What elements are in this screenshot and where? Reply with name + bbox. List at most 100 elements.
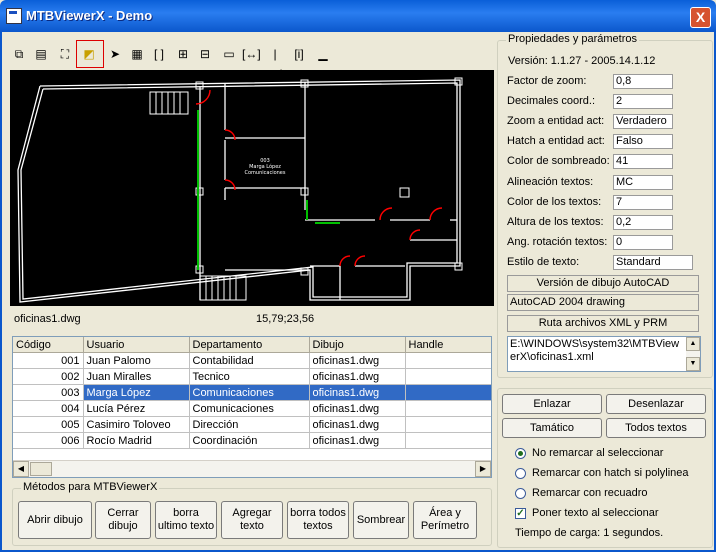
prop-value-decimals[interactable]: 2: [613, 94, 673, 109]
prop-value-zoom-entity[interactable]: Verdadero: [613, 114, 673, 129]
scroll-right-icon[interactable]: ▶: [475, 461, 491, 477]
vertical-scrollbar[interactable]: ▲ ▼: [686, 337, 700, 371]
add-text-button[interactable]: Agregar texto: [221, 501, 283, 539]
cell-handle: 2C: [405, 416, 491, 433]
cell-dibujo: oficinas1.dwg: [309, 368, 406, 385]
fit-width-icon[interactable]: |↔|: [266, 44, 284, 81]
table-row-selected[interactable]: 003 Marga López Comunicaciones oficinas1…: [13, 384, 491, 401]
prop-value-zoom-factor[interactable]: 0,8: [613, 74, 673, 89]
prop-value-text-color[interactable]: 7: [613, 195, 673, 210]
cell-dibujo: oficinas1.dwg: [309, 400, 406, 417]
scroll-up-icon[interactable]: ▲: [686, 337, 700, 351]
prop-value-text-style[interactable]: Standard: [613, 255, 693, 270]
prop-label-zoom-entity: Zoom a entidad act:: [507, 115, 605, 127]
radio-icon[interactable]: [515, 487, 526, 499]
prop-value-hatch-entity[interactable]: Falso: [613, 134, 673, 149]
cell-codigo: 001: [13, 352, 84, 369]
all-texts-button[interactable]: Todos textos: [606, 418, 706, 438]
delete-last-text-label: borra ultimo texto: [157, 507, 215, 532]
prop-label-text-alignment: Alineación textos:: [507, 176, 594, 188]
cell-usuario: Casimiro Toloveo: [83, 416, 190, 433]
table-row[interactable]: 002 Juan Miralles Tecnico oficinas1.dwg …: [13, 368, 491, 385]
add-text-label: Agregar texto: [232, 507, 272, 532]
zoom-in-icon[interactable]: ⊞: [174, 44, 192, 64]
area-perimeter-button[interactable]: Área y Perímetro: [413, 501, 477, 539]
scroll-down-icon[interactable]: ▼: [686, 357, 700, 371]
autocad-version-button[interactable]: Versión de dibujo AutoCAD: [507, 275, 699, 292]
table-row[interactable]: 005 Casimiro Toloveo Dirección oficinas1…: [13, 416, 491, 433]
users-table[interactable]: Código Usuario Departamento Dibujo Handl…: [12, 336, 492, 478]
thematic-button[interactable]: Tamático: [502, 418, 602, 438]
cell-departamento: Tecnico: [189, 368, 310, 385]
column-header[interactable]: Usuario: [83, 337, 190, 353]
table-row[interactable]: 006 Rocío Madrid Coordinación oficinas1.…: [13, 432, 491, 449]
info-icon[interactable]: [i]: [290, 44, 308, 64]
prop-value-text-alignment[interactable]: MC: [613, 175, 673, 190]
option-hatch-highlight[interactable]: Remarcar con hatch si polylinea: [515, 466, 689, 480]
prop-value-hatch-color[interactable]: 41: [613, 154, 673, 169]
close-drawing-button[interactable]: Cerrar dibujo: [95, 501, 151, 539]
prop-label-decimals: Decimales coord.:: [507, 95, 596, 107]
hatch-button[interactable]: Sombrear: [353, 501, 409, 539]
checkbox-label: Poner texto al seleccionar: [532, 507, 659, 519]
print-icon[interactable]: ▤: [32, 44, 50, 64]
unlink-button[interactable]: Desenlazar: [606, 394, 706, 414]
open-drawing-button[interactable]: Abrir dibujo: [18, 501, 92, 539]
cell-codigo: 002: [13, 368, 84, 385]
prop-label-text-height: Altura de los textos:: [507, 216, 604, 228]
prop-label-hatch-color: Color de sombreado:: [507, 155, 610, 167]
column-header[interactable]: Handle: [405, 337, 491, 353]
option-text-on-select[interactable]: ✓ Poner texto al seleccionar: [515, 506, 659, 520]
doors: [195, 89, 443, 267]
properties-icon[interactable]: ▦: [128, 44, 146, 64]
close-button[interactable]: X: [690, 7, 711, 28]
radio-selected-icon[interactable]: [515, 447, 526, 459]
cell-handle: 2E: [405, 368, 491, 385]
scrollbar-thumb[interactable]: [30, 462, 52, 476]
prop-value-text-height[interactable]: 0,2: [613, 215, 673, 230]
prop-label-text-style: Estilo de texto:: [507, 256, 580, 268]
cell-usuario: Rocío Madrid: [83, 432, 190, 449]
bracket-icon[interactable]: [ ]: [150, 44, 168, 64]
xml-path-button[interactable]: Ruta archivos XML y PRM: [507, 315, 699, 332]
cell-handle: 2E: [405, 352, 491, 369]
scroll-left-icon[interactable]: ◀: [13, 461, 29, 477]
prop-label-text-color: Color de los textos:: [507, 196, 602, 208]
column-header[interactable]: Dibujo: [309, 337, 406, 353]
copy-icon[interactable]: ⧉: [10, 44, 28, 64]
column-header[interactable]: Código: [13, 337, 84, 353]
cell-codigo: 005: [13, 416, 84, 433]
cell-departamento: Coordinación: [189, 432, 310, 449]
option-label: Remarcar con hatch si polylinea: [532, 467, 689, 479]
column-header[interactable]: Departamento: [189, 337, 310, 353]
zoom-extents-icon[interactable]: ⛶: [56, 44, 74, 64]
cell-departamento: Comunicaciones: [189, 384, 310, 401]
prop-value-text-rotation[interactable]: 0: [613, 235, 673, 250]
horizontal-scrollbar[interactable]: ◀ ▶: [13, 460, 491, 477]
zoom-out-icon[interactable]: ⊟: [196, 44, 214, 64]
properties-legend: Propiedades y parámetros: [506, 33, 640, 45]
hatch-icon[interactable]: ◩: [80, 44, 98, 64]
option-box-highlight[interactable]: Remarcar con recuadro: [515, 486, 648, 500]
cell-handle: 2C: [405, 432, 491, 449]
checkbox-checked-icon[interactable]: ✓: [515, 507, 526, 519]
table-row[interactable]: 004 Lucía Pérez Comunicaciones oficinas1…: [13, 400, 491, 417]
delete-all-texts-button[interactable]: borra todos textos: [287, 501, 349, 539]
delete-last-text-button[interactable]: borra ultimo texto: [155, 501, 217, 539]
xml-path-field[interactable]: E:\WINDOWS\system32\MTBViewerX\oficinas1…: [507, 336, 701, 372]
option-label: Remarcar con recuadro: [532, 487, 648, 499]
table-row[interactable]: 001 Juan Palomo Contabilidad oficinas1.d…: [13, 352, 491, 369]
drawing-canvas[interactable]: 003 Marga López Comunicaciones: [10, 70, 494, 306]
cell-dibujo: oficinas1.dwg: [309, 432, 406, 449]
room-label-dept: Comunicaciones: [244, 170, 285, 176]
link-button[interactable]: Enlazar: [502, 394, 602, 414]
radio-icon[interactable]: [515, 467, 526, 479]
cell-codigo: 004: [13, 400, 84, 417]
floor-plan: 003 Marga López Comunicaciones: [17, 77, 463, 303]
window-icon[interactable]: ▭: [220, 44, 238, 64]
pointer-icon[interactable]: ➤: [106, 44, 124, 64]
area-perimeter-label: Área y Perímetro: [420, 507, 470, 532]
option-no-highlight[interactable]: No remarcar al seleccionar: [515, 446, 663, 460]
pan-horizontal-icon[interactable]: [↔]: [242, 44, 261, 64]
line-icon[interactable]: ▁: [314, 44, 332, 64]
